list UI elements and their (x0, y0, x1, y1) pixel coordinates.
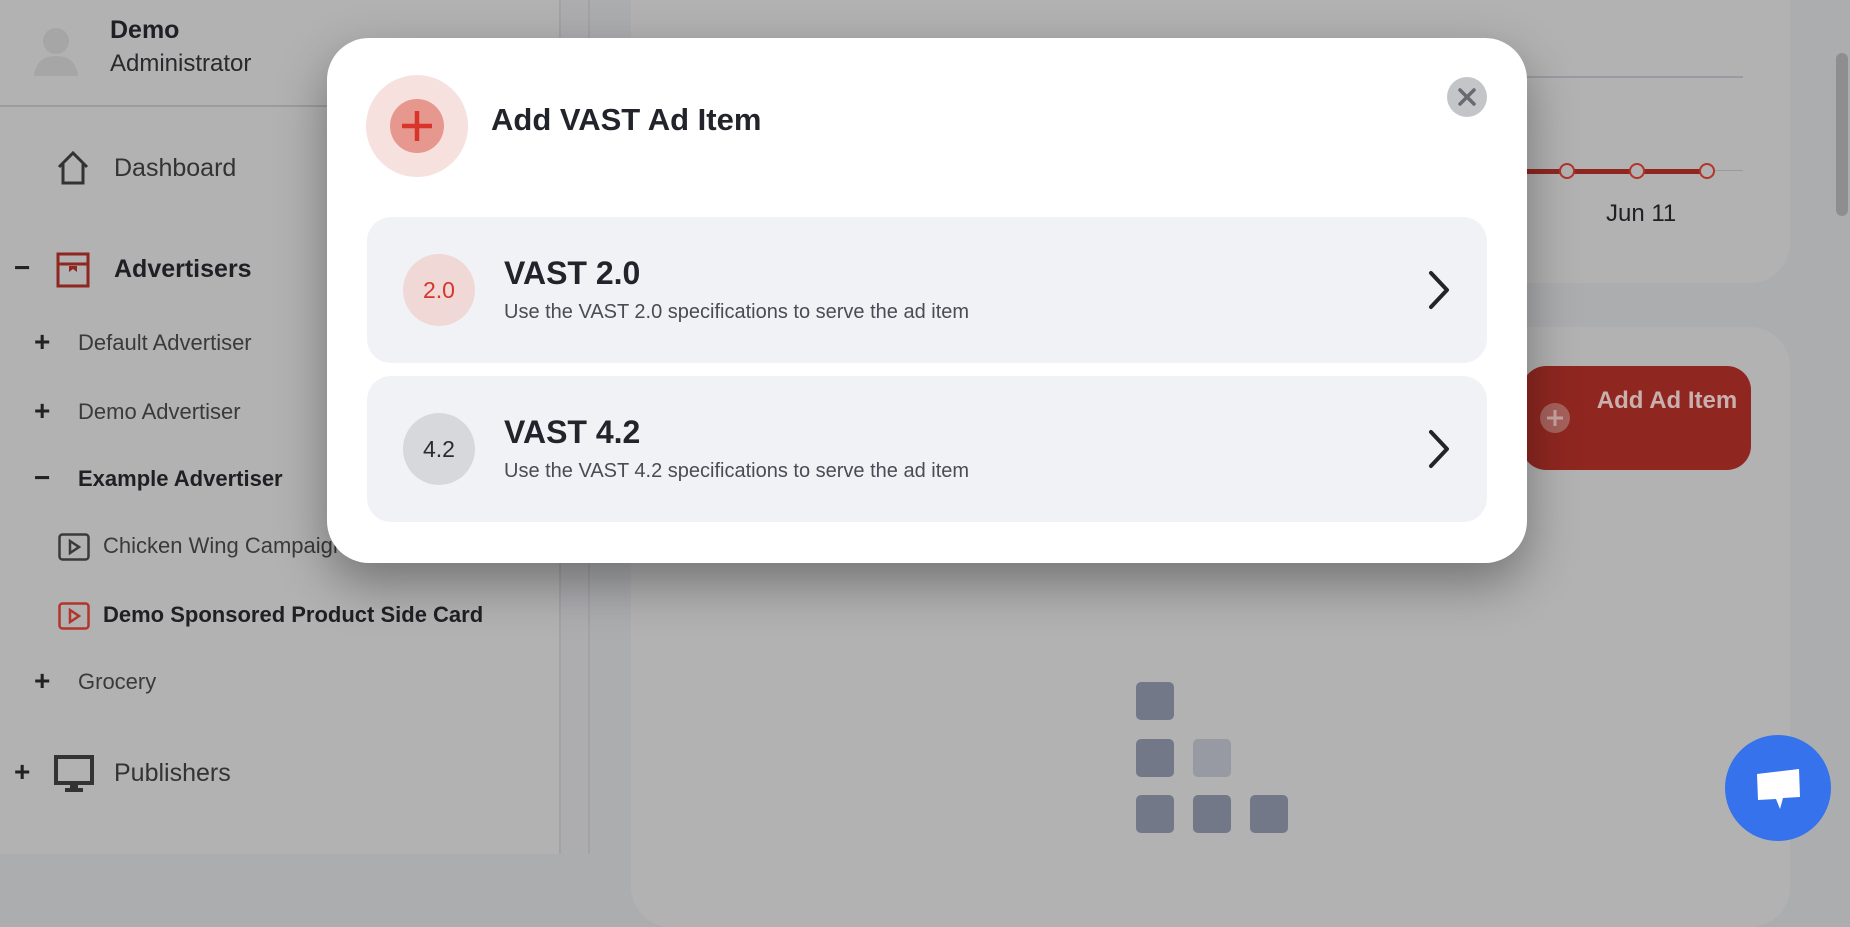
x-tick-label: Jun 11 (1606, 200, 1677, 227)
avatar (34, 28, 78, 76)
plus-circle-icon (1540, 403, 1570, 433)
expand-icon[interactable]: + (14, 758, 30, 786)
chart-line (1511, 169, 1707, 174)
loading-block (1136, 739, 1174, 777)
option-description: Use the VAST 4.2 specifications to serve… (504, 460, 970, 482)
loading-block (1136, 795, 1174, 833)
modal-title: Add VAST Ad Item (491, 102, 762, 137)
chat-button[interactable] (1725, 735, 1831, 841)
version-badge: 2.0 (403, 254, 475, 326)
collapse-icon[interactable]: − (14, 254, 30, 282)
store-icon (56, 252, 90, 288)
option-description: Use the VAST 2.0 specifications to serve… (504, 301, 970, 323)
chart-point (1629, 163, 1645, 179)
close-icon (1458, 88, 1476, 106)
header-icon (366, 75, 468, 177)
loading-block (1193, 739, 1231, 777)
plus-circle-icon (390, 99, 444, 153)
expand-icon[interactable]: + (34, 397, 50, 425)
collapse-icon[interactable]: − (34, 464, 50, 492)
chat-icon (1757, 769, 1800, 809)
video-icon (58, 533, 90, 561)
user-role: Administrator (110, 50, 252, 77)
monitor-icon (54, 755, 94, 792)
sidebar-item-grocery[interactable]: + Grocery (34, 665, 434, 701)
scrollbar[interactable] (1836, 53, 1848, 216)
option-title: VAST 4.2 (504, 414, 641, 450)
sidebar-item-demo-sponsored-product-side-card[interactable]: Demo Sponsored Product Side Card (58, 598, 558, 634)
option-title: VAST 2.0 (504, 255, 641, 291)
close-button[interactable] (1447, 77, 1487, 117)
loading-block (1250, 795, 1288, 833)
chart-point (1699, 163, 1715, 179)
version-badge: 4.2 (403, 413, 475, 485)
user-name: Demo (110, 16, 180, 44)
expand-icon[interactable]: + (34, 667, 50, 695)
video-icon (58, 602, 90, 630)
option-vast-4-2[interactable]: 4.2 VAST 4.2 Use the VAST 4.2 specificat… (367, 376, 1487, 522)
loading-block (1193, 795, 1231, 833)
chevron-right-icon (1429, 271, 1449, 309)
home-icon (57, 150, 89, 185)
loading-block (1136, 682, 1174, 720)
sidebar-item-publishers[interactable]: + Publishers (14, 752, 464, 796)
chart-point (1559, 163, 1575, 179)
gridline (1522, 76, 1743, 78)
add-vast-ad-item-modal: Add VAST Ad Item 2.0 VAST 2.0 Use the VA… (327, 38, 1527, 563)
add-ad-item-button[interactable]: Add Ad Item (1522, 366, 1751, 470)
option-vast-2-0[interactable]: 2.0 VAST 2.0 Use the VAST 2.0 specificat… (367, 217, 1487, 363)
expand-icon[interactable]: + (34, 328, 50, 356)
chevron-right-icon (1429, 430, 1449, 468)
